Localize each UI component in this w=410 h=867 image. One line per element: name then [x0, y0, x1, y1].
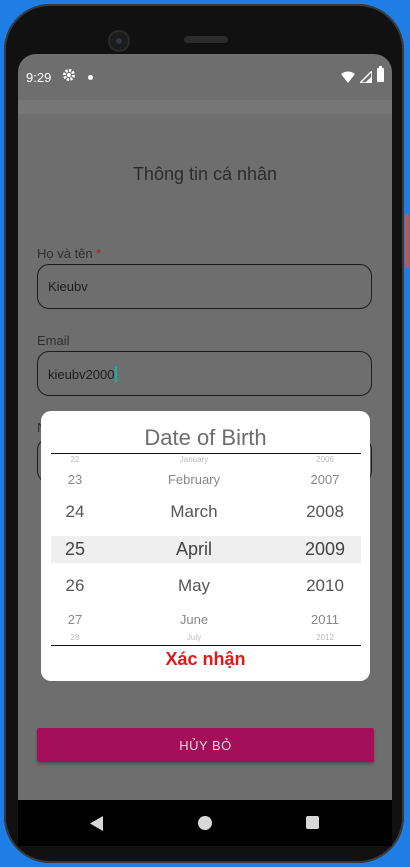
month-option[interactable]: June — [180, 612, 208, 627]
name-field-value: Kieubv — [48, 279, 88, 294]
month-option[interactable]: January — [180, 455, 208, 464]
month-option[interactable]: March — [170, 502, 217, 522]
notification-dot-icon — [88, 75, 93, 80]
year-option[interactable]: 2010 — [306, 576, 344, 596]
required-mark: * — [96, 246, 102, 261]
month-option[interactable]: February — [168, 472, 220, 487]
wifi-icon — [341, 70, 355, 88]
status-time: 9:29 — [26, 70, 52, 85]
dialog-divider-top — [51, 453, 361, 454]
year-option[interactable]: 2012 — [316, 633, 334, 642]
email-label: Email — [37, 333, 70, 348]
day-option[interactable]: 27 — [68, 612, 82, 627]
day-option[interactable]: 23 — [68, 472, 82, 487]
year-option-selected[interactable]: 2009 — [305, 539, 345, 560]
year-option[interactable]: 2006 — [316, 455, 334, 464]
page-title: Thông tin cá nhân — [132, 164, 278, 184]
dialog-divider-bottom — [51, 645, 361, 646]
earpiece-speaker — [184, 36, 228, 43]
front-camera — [108, 30, 130, 52]
year-option[interactable]: 2007 — [311, 472, 340, 487]
name-label-text: Họ và tên — [37, 246, 93, 261]
email-field-text: kieubv2000 — [48, 367, 115, 382]
month-option[interactable]: May — [178, 576, 210, 596]
year-option[interactable]: 2008 — [306, 502, 344, 522]
day-option[interactable]: 24 — [66, 502, 85, 522]
recent-apps-icon[interactable] — [306, 816, 319, 829]
app-bar — [18, 100, 392, 114]
dialog-title: Date of Birth — [144, 425, 267, 450]
month-option-selected[interactable]: April — [176, 539, 212, 560]
cancel-button[interactable]: HỦY BỎ — [37, 728, 374, 762]
power-button — [405, 214, 409, 268]
email-field-value: kieubv2000 — [48, 366, 117, 382]
signal-icon — [358, 69, 373, 88]
navigation-bar — [18, 800, 392, 846]
name-label: Họ và tên * — [37, 246, 101, 261]
text-cursor — [114, 366, 117, 382]
month-option[interactable]: July — [187, 633, 201, 642]
day-option[interactable]: 26 — [66, 576, 85, 596]
name-field[interactable]: Kieubv — [37, 264, 372, 309]
day-option[interactable]: 28 — [71, 633, 80, 642]
back-icon[interactable] — [90, 816, 104, 836]
battery-icon — [377, 66, 384, 82]
year-option[interactable]: 2011 — [311, 612, 339, 627]
settings-gear-icon — [62, 68, 76, 87]
email-field[interactable]: kieubv2000 — [37, 351, 372, 396]
day-option[interactable]: 22 — [71, 455, 80, 464]
status-bar: 9:29 — [18, 54, 392, 100]
home-icon[interactable] — [198, 816, 212, 830]
confirm-button[interactable]: Xác nhận — [41, 649, 370, 670]
date-picker-dialog: Date of Birth 22 23 24 25 26 27 28 Janua… — [41, 411, 370, 681]
day-option-selected[interactable]: 25 — [65, 539, 85, 560]
